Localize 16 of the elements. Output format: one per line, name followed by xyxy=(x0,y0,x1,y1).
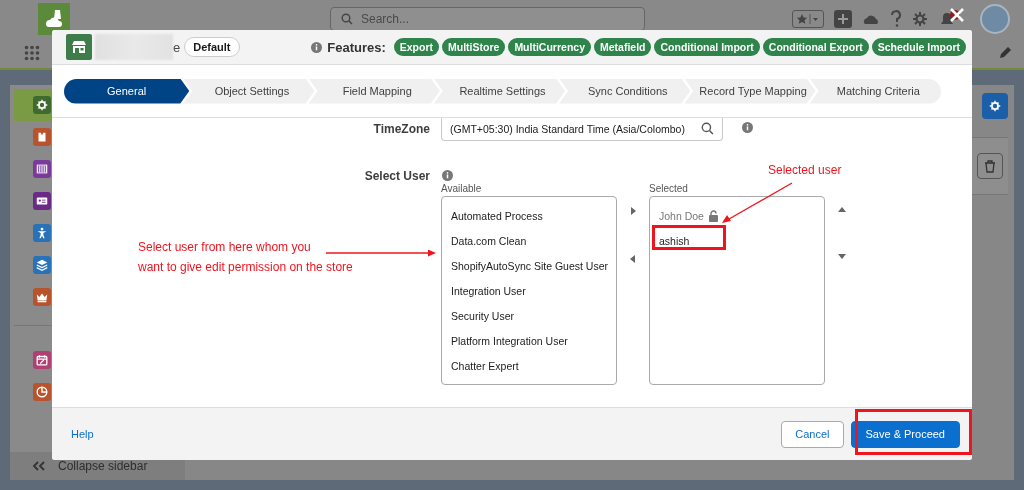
feature-badge: MultiStore xyxy=(442,38,506,56)
list-label: Available xyxy=(441,183,483,194)
feature-badge: Conditional Export xyxy=(762,38,869,56)
field-label: Select User xyxy=(363,169,431,183)
list-label: Selected xyxy=(649,183,689,194)
feature-badge: Conditional Import xyxy=(654,38,760,56)
feature-badge: Metafield xyxy=(593,38,652,56)
annotation-text: Select user from here whom you want to give edit permission on the store xyxy=(138,239,353,276)
feature-badge: MultiCurrency xyxy=(508,38,591,56)
feature-badge: Schedule Import xyxy=(871,38,966,56)
features-label: Features: xyxy=(327,39,386,55)
default-badge: Default xyxy=(184,37,240,57)
store-name: e xyxy=(173,39,181,55)
annotation-text: Selected user xyxy=(768,162,842,179)
field-label: TimeZone xyxy=(372,122,431,136)
feature-badge: Export xyxy=(393,38,440,56)
